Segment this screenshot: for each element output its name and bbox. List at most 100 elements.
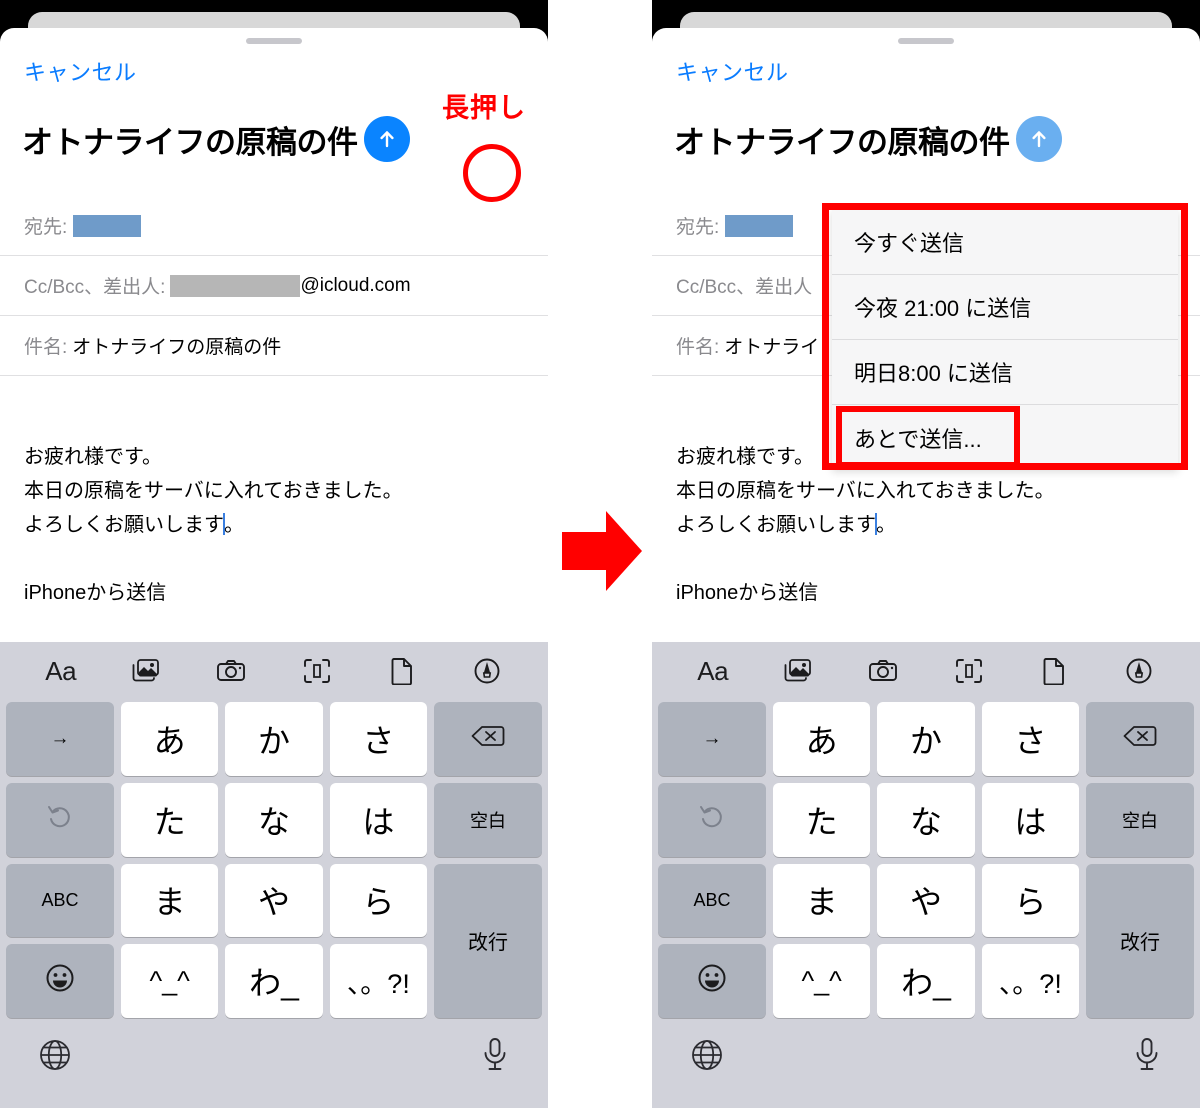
key-ha[interactable]: は	[329, 782, 427, 857]
microphone-icon[interactable]	[1132, 1037, 1162, 1078]
compose-sheet-left: キャンセル 長押し オトナライフの原稿の件 宛先: Cc/Bcc、差出人: @i…	[0, 28, 548, 642]
compose-title-row-left: オトナライフの原稿の件	[22, 116, 536, 162]
globe-icon[interactable]	[38, 1038, 72, 1077]
field-ccbcc-from-left[interactable]: Cc/Bcc、差出人: @icloud.com	[0, 256, 548, 316]
send-button-right[interactable]	[1015, 116, 1062, 162]
sheet-grabber[interactable]	[246, 38, 302, 44]
send-button-left[interactable]	[363, 116, 410, 162]
document-icon[interactable]	[1032, 652, 1076, 690]
key-a[interactable]: あ	[121, 702, 219, 776]
field-to-left[interactable]: 宛先:	[0, 196, 548, 256]
markup-pen-icon[interactable]	[465, 652, 509, 690]
microphone-icon[interactable]	[480, 1037, 510, 1078]
key-ka[interactable]: か	[225, 702, 323, 776]
key-emoji[interactable]	[6, 944, 114, 1018]
key-return[interactable]: 改行	[1086, 863, 1194, 1018]
menu-item-send-tonight[interactable]: 今夜 21:00 に送信	[832, 275, 1178, 340]
sheet-grabber[interactable]	[898, 38, 954, 44]
key-emoji[interactable]	[658, 944, 766, 1018]
key-ra[interactable]: ら	[329, 863, 427, 938]
key-delete[interactable]	[1086, 702, 1194, 776]
document-scan-icon[interactable]	[295, 652, 339, 690]
redacted-recipient	[725, 214, 794, 237]
key-na[interactable]: な	[877, 782, 975, 857]
field-subject-label: 件名:	[676, 337, 720, 358]
field-to-label: 宛先:	[676, 217, 720, 238]
keyboard-keys-right: → あ か さ た な は 空白 ABC ま や ら 改行 ^_^ わ_ 、。?…	[652, 700, 1200, 1022]
key-space[interactable]: 空白	[1086, 782, 1194, 857]
key-undo[interactable]	[6, 782, 114, 857]
field-to-label: 宛先:	[24, 217, 68, 238]
text-format-icon[interactable]: Aa	[691, 652, 735, 690]
cancel-button-right[interactable]: キャンセル	[676, 55, 789, 87]
body-line-tail-part: 。	[224, 514, 244, 536]
key-arrow-right[interactable]: →	[658, 702, 766, 776]
camera-icon[interactable]	[861, 652, 905, 690]
field-subject-left[interactable]: 件名: オトナライフの原稿の件	[0, 316, 548, 376]
key-a[interactable]: あ	[773, 702, 871, 776]
keyboard-right: Aa → あ か さ た な は 空白 ABC ま や ら 改行 ^_^ わ_ …	[652, 642, 1200, 1108]
cancel-button-left[interactable]: キャンセル	[24, 55, 137, 87]
menu-item-send-later[interactable]: あとで送信...	[832, 405, 1178, 470]
key-ya[interactable]: や	[877, 863, 975, 938]
menu-item-send-tomorrow[interactable]: 明日8:00 に送信	[832, 340, 1178, 405]
flow-arrow-right	[560, 505, 644, 597]
menu-item-send-now[interactable]: 今すぐ送信	[832, 210, 1178, 275]
key-punctuation[interactable]: 、。?!	[981, 944, 1079, 1018]
key-ha[interactable]: は	[981, 782, 1079, 857]
photos-icon[interactable]	[124, 652, 168, 690]
key-kaomoji[interactable]: ^_^	[121, 944, 219, 1018]
key-return[interactable]: 改行	[434, 863, 542, 1018]
send-options-menu: 今すぐ送信 今夜 21:00 に送信 明日8:00 に送信 あとで送信...	[832, 210, 1178, 470]
page-title-right: オトナライフの原稿の件	[674, 124, 1010, 160]
document-scan-icon[interactable]	[947, 652, 991, 690]
body-line-text-part: よろしくお願いします	[24, 514, 224, 536]
key-na[interactable]: な	[225, 782, 323, 857]
mail-signature-left: iPhoneから送信	[24, 582, 167, 604]
key-kaomoji[interactable]: ^_^	[773, 944, 871, 1018]
key-ma[interactable]: ま	[121, 863, 219, 938]
mail-body-left[interactable]: お疲れ様です。 本日の原稿をサーバに入れておきました。 よろしくお願いします。 …	[24, 440, 524, 610]
keyboard-bottom-bar-left	[0, 1022, 548, 1108]
field-subject-label: 件名:	[24, 337, 68, 358]
body-line-with-caret: よろしくお願いします。	[24, 508, 524, 542]
key-ta[interactable]: た	[121, 782, 219, 857]
redacted-sender	[170, 274, 301, 297]
key-arrow-right[interactable]: →	[6, 702, 114, 776]
delete-icon	[471, 724, 505, 754]
key-undo[interactable]	[658, 782, 766, 857]
key-abc[interactable]: ABC	[658, 863, 766, 938]
key-sa[interactable]: さ	[981, 702, 1079, 776]
field-subject-value: オトナライ	[724, 337, 820, 358]
key-ya[interactable]: や	[225, 863, 323, 938]
keyboard-left: Aa → あ か さ た な は 空白 ABC ま や ら 改行 ^_^ わ_ …	[0, 642, 548, 1108]
compose-fields-left: 宛先: Cc/Bcc、差出人: @icloud.com 件名: オトナライフの原…	[0, 196, 548, 376]
key-wa[interactable]: わ_	[225, 944, 323, 1018]
camera-icon[interactable]	[209, 652, 253, 690]
document-icon[interactable]	[380, 652, 424, 690]
undo-icon	[46, 803, 74, 837]
arrow-up-icon	[375, 127, 399, 151]
markup-pen-icon[interactable]	[1117, 652, 1161, 690]
key-space[interactable]: 空白	[434, 782, 542, 857]
key-wa[interactable]: わ_	[877, 944, 975, 1018]
photos-icon[interactable]	[776, 652, 820, 690]
key-ta[interactable]: た	[773, 782, 871, 857]
redacted-recipient	[73, 214, 142, 237]
body-line: お疲れ様です。	[24, 446, 162, 468]
key-sa[interactable]: さ	[329, 702, 427, 776]
key-punctuation[interactable]: 、。?!	[329, 944, 427, 1018]
globe-icon[interactable]	[690, 1038, 724, 1077]
key-ra[interactable]: ら	[981, 863, 1079, 938]
keyboard-toolbar-left: Aa	[0, 642, 548, 700]
mail-signature-right: iPhoneから送信	[676, 582, 819, 604]
key-ma[interactable]: ま	[773, 863, 871, 938]
keyboard-keys-left: → あ か さ た な は 空白 ABC ま や ら 改行 ^_^ わ_ 、。?…	[0, 700, 548, 1022]
text-format-icon[interactable]: Aa	[39, 652, 83, 690]
key-ka[interactable]: か	[877, 702, 975, 776]
right-phone-panel: キャンセル オトナライフの原稿の件 宛先: Cc/Bcc、差出人 件名: オトナ…	[652, 0, 1200, 1108]
key-abc[interactable]: ABC	[6, 863, 114, 938]
key-delete[interactable]	[434, 702, 542, 776]
field-subject-value: オトナライフの原稿の件	[72, 337, 282, 358]
arrow-up-icon	[1027, 127, 1051, 151]
